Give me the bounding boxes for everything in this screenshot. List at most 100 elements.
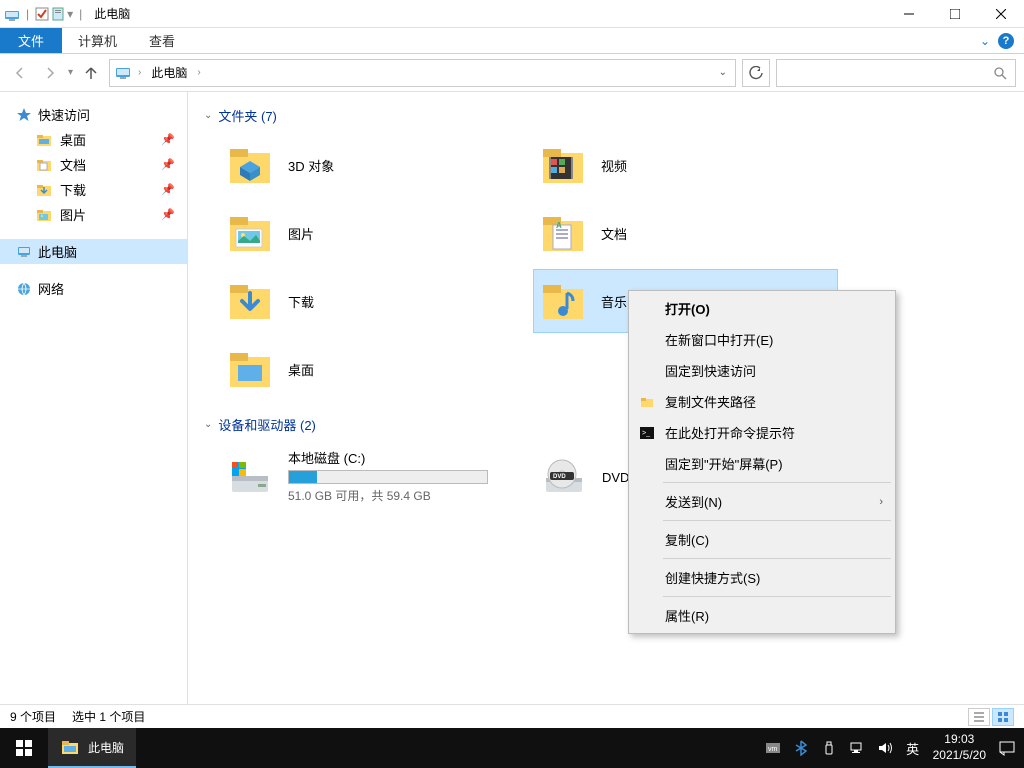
ctx-pin-start[interactable]: 固定到"开始"屏幕(P) xyxy=(631,448,893,479)
pc-icon xyxy=(16,244,32,260)
recent-locations-icon[interactable]: ▾ xyxy=(68,67,73,78)
pin-icon: 📌 xyxy=(161,208,175,221)
ctx-pin-quick-access[interactable]: 固定到快速访问 xyxy=(631,355,893,386)
tray-clock[interactable]: 19:03 2021/5/20 xyxy=(933,732,986,763)
tray-notifications-icon[interactable] xyxy=(998,739,1016,757)
tray-volume-icon[interactable] xyxy=(877,740,893,756)
qat-dropdown-icon[interactable]: ▾ xyxy=(67,7,73,21)
file-tab[interactable]: 文件 xyxy=(0,28,62,53)
ribbon-bar: 文件 计算机 查看 ⌄ ? xyxy=(0,28,1024,54)
ctx-copy-path[interactable]: 复制文件夹路径 xyxy=(631,386,893,417)
up-button[interactable] xyxy=(79,61,103,85)
breadcrumb-root[interactable]: 此电脑 xyxy=(147,64,191,81)
separator: | xyxy=(26,7,29,21)
explorer-icon xyxy=(60,737,80,757)
folder-path-icon xyxy=(639,394,655,410)
breadcrumb-sep-icon[interactable]: › xyxy=(197,67,200,78)
view-tab[interactable]: 查看 xyxy=(133,28,191,53)
svg-text:>_: >_ xyxy=(642,430,650,437)
address-bar[interactable]: › 此电脑 › ⌄ xyxy=(109,59,736,87)
view-tiles-button[interactable] xyxy=(992,708,1014,726)
back-button[interactable] xyxy=(8,61,32,85)
ctx-copy[interactable]: 复制(C) xyxy=(631,524,893,555)
folder-video-icon xyxy=(539,141,587,189)
search-box[interactable] xyxy=(776,59,1016,87)
ctx-open[interactable]: 打开(O) xyxy=(631,293,893,324)
star-icon xyxy=(16,107,32,123)
tray-network-icon[interactable] xyxy=(849,740,865,756)
chevron-down-icon: ⌄ xyxy=(204,110,212,121)
sidebar-item-label: 文档 xyxy=(60,155,86,174)
drive-local-c[interactable]: 本地磁盘 (C:) 51.0 GB 可用，共 59.4 GB xyxy=(220,442,510,510)
tray-bluetooth-icon[interactable] xyxy=(793,740,809,756)
address-dropdown-icon[interactable]: ⌄ xyxy=(719,67,727,78)
folder-downloads[interactable]: 下载 xyxy=(220,269,525,333)
folder-label: 音乐 xyxy=(601,292,627,311)
folder-label: 图片 xyxy=(288,224,314,243)
sidebar-item-documents[interactable]: 文档 📌 xyxy=(0,152,187,177)
tray-vm-icon[interactable]: vm xyxy=(765,740,781,756)
folder-icon xyxy=(36,157,52,173)
search-icon xyxy=(993,66,1007,80)
ctx-separator xyxy=(663,482,891,483)
sidebar-this-pc[interactable]: 此电脑 xyxy=(0,239,187,264)
close-button[interactable] xyxy=(978,0,1024,28)
title-bar: | ▾ | 此电脑 xyxy=(0,0,1024,28)
window-title: 此电脑 xyxy=(94,5,130,22)
drive-label: 本地磁盘 (C:) xyxy=(288,448,488,467)
ribbon-expand-icon[interactable]: ⌄ xyxy=(980,34,990,48)
sidebar-network[interactable]: 网络 xyxy=(0,276,187,301)
nav-pane: 快速访问 桌面 📌 文档 📌 下载 📌 图片 📌 xyxy=(0,92,188,704)
context-menu: 打开(O) 在新窗口中打开(E) 固定到快速访问 复制文件夹路径 >_ 在此处打… xyxy=(628,290,896,634)
folder-video[interactable]: 视频 xyxy=(533,133,838,197)
refresh-button[interactable] xyxy=(742,59,770,87)
maximize-button[interactable] xyxy=(932,0,978,28)
section-title: 设备和驱动器 (2) xyxy=(218,415,316,434)
network-icon xyxy=(16,281,32,297)
chevron-right-icon: › xyxy=(879,496,883,508)
folder-downloads-icon xyxy=(226,277,274,325)
ctx-open-new-window[interactable]: 在新窗口中打开(E) xyxy=(631,324,893,355)
svg-text:vm: vm xyxy=(768,746,778,753)
sidebar-label: 此电脑 xyxy=(38,242,77,261)
folder-3d-objects[interactable]: 3D 对象 xyxy=(220,133,525,197)
sidebar-item-label: 桌面 xyxy=(60,130,86,149)
svg-text:A: A xyxy=(556,221,562,230)
folder-pictures[interactable]: 图片 xyxy=(220,201,525,265)
app-icon xyxy=(4,6,20,22)
folder-label: 下载 xyxy=(288,292,314,311)
start-button[interactable] xyxy=(0,728,48,768)
pin-icon: 📌 xyxy=(161,183,175,196)
tray-usb-icon[interactable] xyxy=(821,740,837,756)
view-details-button[interactable] xyxy=(968,708,990,726)
sidebar-label: 网络 xyxy=(38,279,64,298)
ctx-send-to[interactable]: 发送到(N)› xyxy=(631,486,893,517)
breadcrumb-sep-icon[interactable]: › xyxy=(138,67,141,78)
sidebar-quick-access[interactable]: 快速访问 xyxy=(0,102,187,127)
section-folders[interactable]: ⌄ 文件夹 (7) xyxy=(204,106,1008,125)
computer-tab[interactable]: 计算机 xyxy=(62,28,133,53)
sidebar-item-downloads[interactable]: 下载 📌 xyxy=(0,177,187,202)
folder-desktop[interactable]: 桌面 xyxy=(220,337,525,401)
help-icon[interactable]: ? xyxy=(998,33,1014,49)
sidebar-item-desktop[interactable]: 桌面 📌 xyxy=(0,127,187,152)
minimize-button[interactable] xyxy=(886,0,932,28)
taskbar-explorer[interactable]: 此电脑 xyxy=(48,728,136,768)
forward-button[interactable] xyxy=(38,61,62,85)
ctx-properties[interactable]: 属性(R) xyxy=(631,600,893,631)
folder-documents[interactable]: A 文档 xyxy=(533,201,838,265)
ctx-separator xyxy=(663,558,891,559)
ctx-create-shortcut[interactable]: 创建快捷方式(S) xyxy=(631,562,893,593)
status-selected: 选中 1 个项目 xyxy=(72,708,145,725)
qat-properties-icon[interactable] xyxy=(51,7,65,21)
ctx-open-cmd[interactable]: >_ 在此处打开命令提示符 xyxy=(631,417,893,448)
status-bar: 9 个项目 选中 1 个项目 xyxy=(0,704,1024,728)
folder-desktop-icon xyxy=(226,345,274,393)
folder-label: 3D 对象 xyxy=(288,156,334,175)
status-count: 9 个项目 xyxy=(10,708,56,725)
sidebar-item-label: 下载 xyxy=(60,180,86,199)
folder-label: 视频 xyxy=(601,156,627,175)
qat-checkbox-icon[interactable] xyxy=(35,7,49,21)
sidebar-item-pictures[interactable]: 图片 📌 xyxy=(0,202,187,227)
tray-ime[interactable]: 英 xyxy=(905,740,921,756)
